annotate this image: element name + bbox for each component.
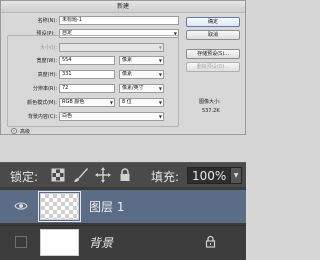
color-mode-value: RGB 颜色 — [62, 99, 85, 105]
background-contents-select[interactable]: 白色 ▼ — [59, 112, 164, 121]
bit-depth-select[interactable]: 8 位 ▼ — [119, 98, 164, 107]
advanced-label: 高级 — [20, 129, 31, 135]
height-label: 高度(H): — [37, 72, 57, 78]
name-input[interactable]: 未标题-1 — [59, 16, 179, 25]
height-input[interactable]: 331 — [59, 70, 115, 79]
fill-input[interactable]: 100% ▼ — [187, 167, 242, 184]
chevron-down-icon: ▼ — [109, 100, 113, 105]
lock-icon — [205, 235, 216, 248]
lock-label: 锁定: — [10, 170, 39, 184]
visibility-toggle[interactable] — [15, 236, 27, 248]
layer-name[interactable]: 图层 1 — [89, 198, 124, 215]
lock-all-icon[interactable] — [117, 167, 133, 183]
width-input[interactable]: 554 — [59, 56, 115, 65]
chevron-down-icon: ▼ — [158, 100, 162, 105]
fill-label: 填充: — [151, 170, 180, 184]
background-contents-label: 背景内容(C): — [27, 114, 57, 120]
layer-row[interactable]: 背景 — [0, 225, 246, 258]
height-unit-select[interactable]: 像素 ▼ — [119, 70, 164, 79]
layer-thumbnail — [40, 229, 79, 256]
lock-position-icon[interactable] — [95, 167, 111, 183]
app-stage: 新建 名称(N): 未标题-1 预设(P): 自定 ▼ 大小(I): ▼ 宽度(… — [0, 0, 246, 260]
layer-row[interactable]: 图层 1 — [0, 190, 246, 223]
width-unit-select[interactable]: 像素 ▼ — [119, 56, 164, 65]
name-label: 名称(N): — [37, 18, 57, 24]
layer-name[interactable]: 背景 — [89, 234, 113, 251]
save-preset-button[interactable]: 存储预设(S)... — [186, 49, 240, 59]
chevron-down-icon: ▼ — [158, 58, 162, 63]
chevron-down-icon[interactable]: ▼ — [230, 168, 241, 183]
size-label: 大小(I): — [39, 45, 57, 51]
layer-thumbnail — [38, 191, 81, 222]
cancel-button[interactable]: 取消 — [186, 30, 240, 40]
chevron-down-icon: ▼ — [158, 72, 162, 77]
layers-panel: 锁定: 填充: 100% ▼ 图层 1 背景 — [0, 162, 246, 260]
chevron-down-icon: ▼ — [158, 114, 162, 119]
advanced-expand-icon[interactable]: » — [11, 128, 17, 134]
lock-toolbar: 锁定: 填充: 100% ▼ — [0, 162, 246, 187]
resolution-label: 分辨率(R): — [32, 86, 57, 92]
new-document-dialog: 新建 名称(N): 未标题-1 预设(P): 自定 ▼ 大小(I): ▼ 宽度(… — [0, 0, 246, 135]
dialog-title: 新建 — [1, 1, 245, 13]
chevron-down-icon: ▼ — [158, 86, 162, 91]
lock-transparent-pixels-icon[interactable] — [50, 167, 66, 183]
width-label: 宽度(W): — [36, 58, 57, 64]
fill-value: 100% — [192, 169, 227, 183]
bit-depth-value: 8 位 — [122, 99, 132, 105]
eye-visibility-icon[interactable] — [14, 199, 28, 213]
resolution-unit-select[interactable]: 像素/英寸 ▼ — [119, 84, 164, 93]
background-contents-value: 白色 — [62, 113, 73, 119]
height-unit: 像素 — [122, 71, 133, 77]
image-size-value: 537.2K — [202, 108, 220, 114]
size-select[interactable]: ▼ — [59, 43, 164, 52]
ok-button[interactable]: 确定 — [186, 17, 240, 27]
image-size-label: 图像大小: — [199, 99, 221, 105]
color-mode-label: 颜色模式(M): — [27, 100, 57, 106]
lock-image-pixels-icon[interactable] — [73, 167, 89, 183]
chevron-down-icon: ▼ — [158, 45, 162, 50]
delete-preset-button[interactable]: 删除预设(D)... — [186, 62, 240, 72]
color-mode-select[interactable]: RGB 颜色 ▼ — [59, 98, 115, 107]
resolution-unit: 像素/英寸 — [122, 85, 144, 91]
resolution-input[interactable]: 72 — [59, 84, 115, 93]
width-unit: 像素 — [122, 57, 133, 63]
